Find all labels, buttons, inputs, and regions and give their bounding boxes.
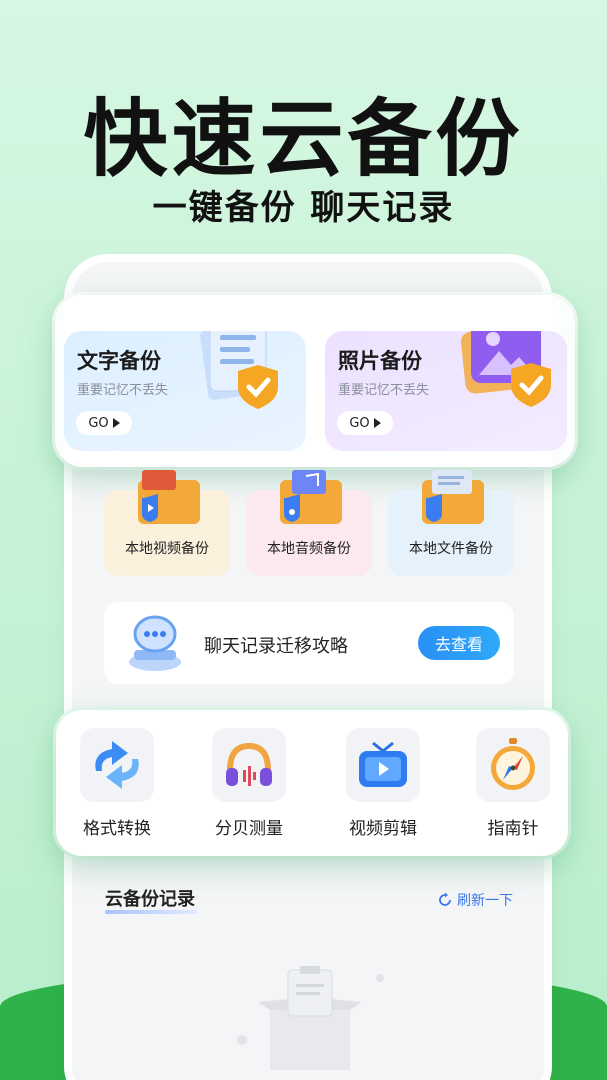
text-backup-card[interactable]: 文字备份 重要记忆不丢失 GO [64,331,306,451]
video-folder-icon [138,470,200,524]
photo-backup-go-button[interactable]: GO [337,411,393,435]
file-folder-icon [422,470,484,524]
text-backup-title: 文字备份 [77,349,161,373]
backup-cards-panel: 文字备份 重要记忆不丢失 GO 照片备份 重要记忆不丢失 GO [55,295,575,467]
chat-migration-card[interactable]: 聊天记录迁移攻略 去查看 [104,602,514,684]
tool-format-convert-box [80,728,154,802]
go-label: GO [349,415,370,431]
local-video-label: 本地视频备份 [125,541,209,557]
photo-backup-desc: 重要记忆不丢失 [338,383,430,398]
tool-decibel-meter-label: 分贝测量 [215,819,283,839]
empty-box-icon [237,966,384,1070]
document-shield-icon [200,331,278,409]
play-arrow-icon [373,418,381,428]
refresh-label: 刷新一下 [457,893,513,909]
tv-play-icon [359,741,407,787]
format-convert-icon [95,741,139,789]
photo-backup-title: 照片备份 [338,349,422,373]
text-backup-go-button[interactable]: GO [76,411,132,435]
tool-compass[interactable]: 指南针 [468,728,558,848]
cloud-records-title: 云备份记录 [105,889,195,910]
text-backup-desc: 重要记忆不丢失 [77,383,169,398]
tool-format-convert-label: 格式转换 [83,819,151,839]
local-file-label: 本地文件备份 [409,541,493,557]
headphones-icon [226,742,272,786]
tool-decibel-meter[interactable]: 分贝测量 [204,728,294,848]
local-backup-row: 本地视频备份 本地音频备份 本地文件备份 [104,470,514,578]
local-file-backup[interactable]: 本地文件备份 [388,470,514,576]
tool-format-convert[interactable]: 格式转换 [72,728,162,848]
chat-migration-label: 聊天记录迁移攻略 [204,636,348,657]
view-guide-button[interactable]: 去查看 [418,626,500,660]
photo-shield-icon [460,331,551,407]
hero-subtitle: 一键备份 聊天记录 [152,188,455,228]
tool-video-edit-label: 视频剪辑 [349,819,417,839]
tool-compass-box [476,728,550,802]
go-label: GO [88,415,109,431]
refresh-icon [439,892,451,906]
tool-decibel-meter-box [212,728,286,802]
local-video-backup[interactable]: 本地视频备份 [104,470,230,576]
tools-panel: 格式转换 分贝测量 视频剪辑 指南针 [56,710,568,856]
local-audio-backup[interactable]: 本地音频备份 [246,470,372,576]
music-folder-icon [280,470,342,524]
tool-video-edit[interactable]: 视频剪辑 [338,728,428,848]
compass-icon [491,738,535,790]
tool-video-edit-box [346,728,420,802]
chat-migration-icon [129,615,181,671]
local-audio-label: 本地音频备份 [267,541,351,557]
refresh-button[interactable]: 刷新一下 [437,890,513,910]
hero-title: 快速云备份 [83,90,524,188]
photo-backup-card[interactable]: 照片备份 重要记忆不丢失 GO [325,331,567,451]
play-arrow-icon [112,418,120,428]
tool-compass-label: 指南针 [487,819,539,839]
cloud-records-underline [105,910,197,914]
